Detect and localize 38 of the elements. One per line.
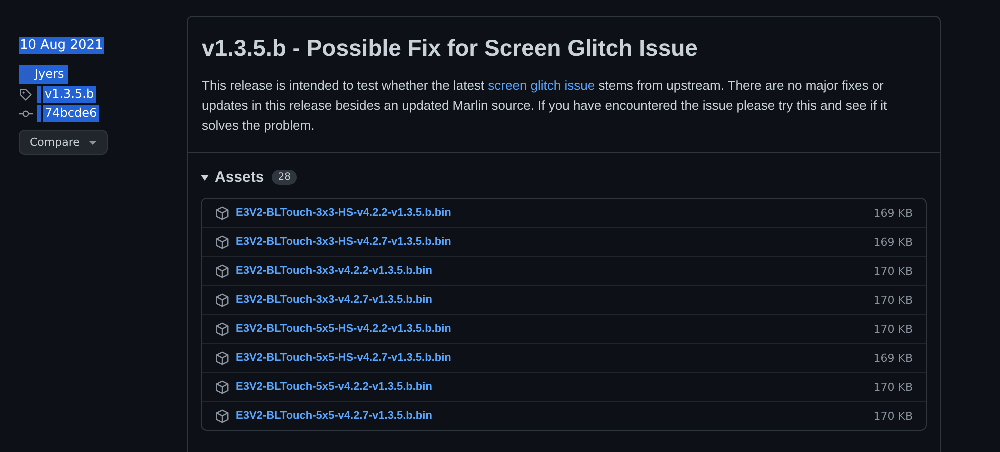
- package-icon: [215, 234, 230, 250]
- author-link[interactable]: Jyers: [35, 65, 68, 84]
- author-avatar-icon: [19, 65, 35, 84]
- disclosure-triangle-icon[interactable]: [201, 174, 209, 182]
- asset-link[interactable]: E3V2-BLTouch-5x5-HS-v4.2.7-v1.3.5.b.bin: [236, 352, 452, 364]
- package-icon: [215, 380, 230, 394]
- asset-size: 170 KB: [874, 410, 913, 422]
- asset-size: 170 KB: [874, 380, 913, 394]
- tag-link[interactable]: v1.3.5.b: [43, 86, 96, 103]
- asset-link[interactable]: E3V2-BLTouch-5x5-v4.2.7-v1.3.5.b.bin: [236, 410, 432, 422]
- asset-link[interactable]: E3V2-BLTouch-5x5-v4.2.2-v1.3.5.b.bin: [236, 381, 432, 393]
- asset-size: 170 KB: [874, 322, 913, 336]
- commit-link[interactable]: 74bcde6: [43, 105, 100, 122]
- package-icon: [215, 206, 230, 220]
- package-icon: [215, 264, 230, 278]
- package-icon: [215, 350, 230, 366]
- compare-button[interactable]: Compare: [19, 130, 108, 155]
- asset-size: 169 KB: [874, 352, 913, 364]
- package-icon: [215, 292, 230, 308]
- assets-count-badge: 28: [272, 170, 297, 185]
- asset-size: 169 KB: [874, 236, 913, 248]
- caret-icon: [88, 140, 97, 144]
- asset-size: 170 KB: [874, 294, 913, 306]
- release-description: This release is intended to test whether the latest screen glitch issue stems from upstream. There are no major fixes or updates in this release besides an updated Marlin source. If you have encountered the issue please try this and see if it solves the problem.: [202, 77, 888, 135]
- release-title: v1.3.5.b - Possible Fix for Screen Glitch Issue: [202, 35, 699, 62]
- asset-link[interactable]: E3V2-BLTouch-5x5-HS-v4.2.2-v1.3.5.b.bin: [236, 323, 452, 335]
- release-date: 10 Aug 2021: [19, 37, 104, 54]
- assets-heading: Assets: [215, 169, 264, 186]
- tag-icon: [19, 88, 33, 102]
- asset-link[interactable]: E3V2-BLTouch-3x3-HS-v4.2.2-v1.3.5.b.bin: [236, 207, 452, 219]
- asset-size: 169 KB: [874, 206, 913, 220]
- issue-link[interactable]: screen glitch issue: [488, 78, 596, 93]
- asset-link[interactable]: E3V2-BLTouch-3x3-v4.2.7-v1.3.5.b.bin: [236, 294, 432, 306]
- asset-link[interactable]: E3V2-BLTouch-3x3-v4.2.2-v1.3.5.b.bin: [236, 265, 432, 277]
- asset-link[interactable]: E3V2-BLTouch-3x3-HS-v4.2.7-v1.3.5.b.bin: [236, 236, 452, 248]
- package-icon: [215, 322, 230, 336]
- asset-size: 170 KB: [874, 264, 913, 278]
- package-icon: [215, 408, 230, 424]
